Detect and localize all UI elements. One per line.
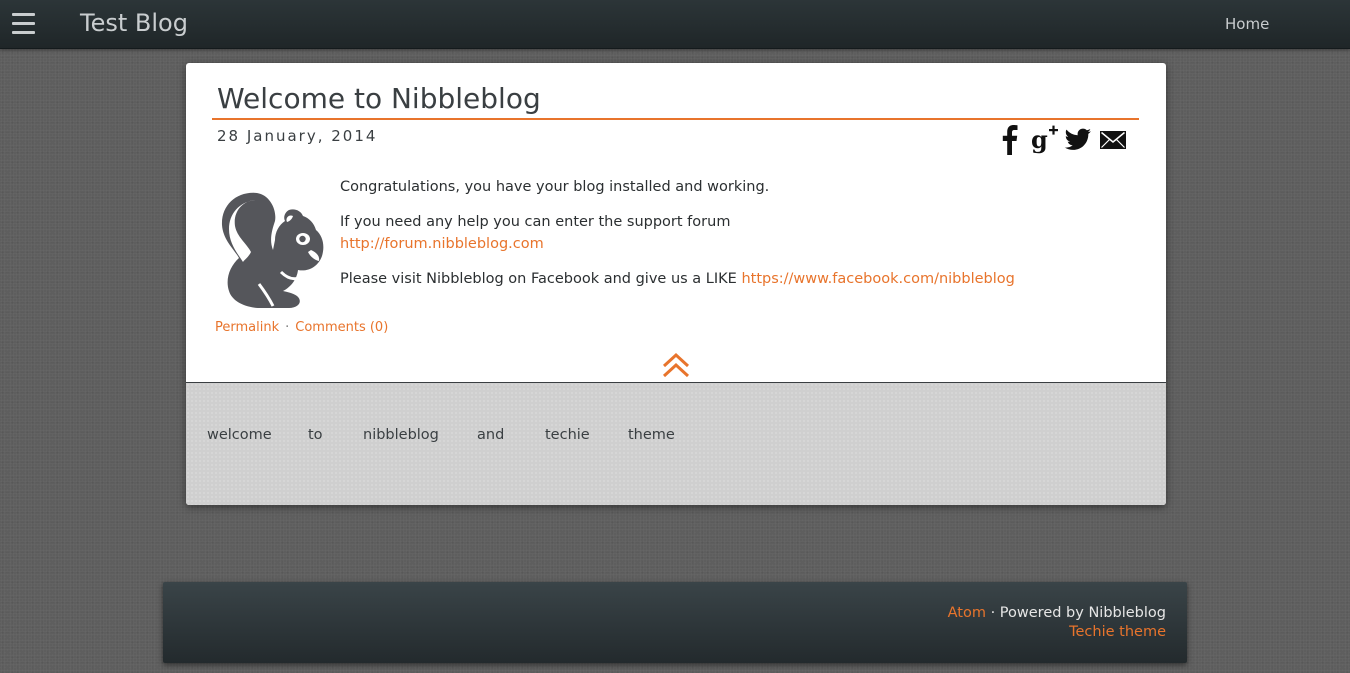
- nibbleblog-squirrel-logo: [221, 192, 324, 308]
- footer-theme: Techie theme: [1069, 624, 1166, 640]
- twitter-share-icon[interactable]: [1064, 123, 1092, 155]
- svg-text:g: g: [1031, 125, 1048, 154]
- powered-by-text: · Powered by Nibbleblog: [990, 605, 1166, 621]
- tag-link[interactable]: to: [308, 427, 323, 443]
- scroll-to-top-chevron-icon[interactable]: [661, 350, 691, 380]
- atom-feed-link[interactable]: Atom: [948, 605, 986, 621]
- tags-area: welcome to nibbleblog and techie theme: [186, 382, 1166, 505]
- tag-link[interactable]: theme: [628, 427, 675, 443]
- post-paragraph-2: If you need any help you can enter the s…: [340, 211, 1120, 255]
- post-body: Congratulations, you have your blog inst…: [340, 176, 1120, 303]
- post-date: 28 January, 2014: [217, 127, 378, 145]
- site-title[interactable]: Test Blog: [80, 9, 188, 37]
- facebook-share-icon[interactable]: [998, 123, 1020, 155]
- hamburger-menu-icon[interactable]: [12, 13, 35, 35]
- tag-link[interactable]: welcome: [207, 427, 272, 443]
- email-share-icon[interactable]: [1099, 123, 1127, 155]
- facebook-page-link[interactable]: https://www.facebook.com/nibbleblog: [741, 271, 1014, 287]
- top-navigation-bar: Test Blog Home: [0, 0, 1350, 49]
- post-paragraph-1: Congratulations, you have your blog inst…: [340, 179, 770, 195]
- tag-link[interactable]: techie: [545, 427, 590, 443]
- post-title: Welcome to Nibbleblog: [217, 82, 541, 115]
- post-paragraph-3: Please visit Nibbleblog on Facebook and …: [340, 268, 1120, 290]
- post-meta: Permalink · Comments (0): [215, 320, 388, 335]
- title-divider: [212, 118, 1139, 120]
- footer-credits: Atom · Powered by Nibbleblog: [948, 605, 1166, 621]
- forum-link[interactable]: http://forum.nibbleblog.com: [340, 236, 544, 252]
- site-footer: Atom · Powered by Nibbleblog Techie them…: [163, 582, 1187, 663]
- nav-home-link[interactable]: Home: [1225, 15, 1269, 33]
- post-card: Welcome to Nibbleblog 28 January, 2014 g: [186, 63, 1166, 505]
- permalink-link[interactable]: Permalink: [215, 320, 279, 335]
- comments-link[interactable]: Comments (0): [295, 320, 388, 335]
- theme-link[interactable]: Techie theme: [1069, 624, 1166, 640]
- tag-link[interactable]: nibbleblog: [363, 427, 439, 443]
- tag-link[interactable]: and: [477, 427, 504, 443]
- post-paragraph-3-text: Please visit Nibbleblog on Facebook and …: [340, 271, 737, 287]
- google-plus-share-icon[interactable]: g: [1030, 123, 1060, 155]
- meta-separator: ·: [285, 320, 290, 335]
- post-paragraph-2-text: If you need any help you can enter the s…: [340, 214, 731, 230]
